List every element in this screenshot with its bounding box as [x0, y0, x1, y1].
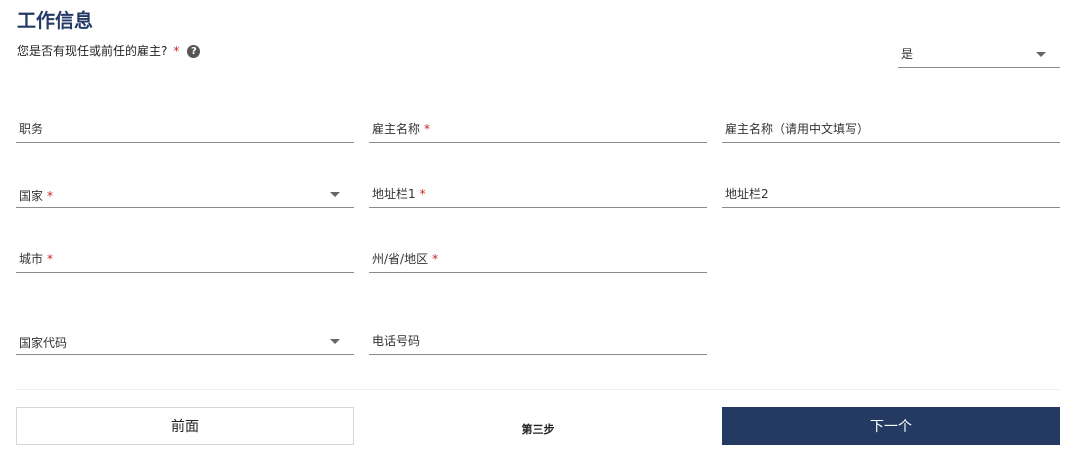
- job-title-label: 职务: [19, 122, 44, 136]
- phone-number-field[interactable]: 电话号码: [369, 331, 707, 355]
- step-indicator: 第三步: [521, 423, 555, 436]
- section-title: 工作信息: [17, 10, 94, 32]
- required-star: *: [173, 44, 180, 58]
- required-star: *: [47, 252, 54, 266]
- country-select[interactable]: 国家 *: [16, 184, 354, 208]
- chevron-down-icon: [330, 192, 340, 197]
- employer-select[interactable]: 是: [898, 44, 1060, 68]
- address-line2-field[interactable]: 地址栏2: [722, 184, 1060, 208]
- address-line1-label: 地址栏1 *: [372, 187, 426, 201]
- state-province-label: 州/省/地区 *: [372, 252, 439, 266]
- address-line1-field[interactable]: 地址栏1 *: [369, 184, 707, 208]
- help-icon[interactable]: ?: [187, 44, 201, 58]
- country-label: 国家 *: [19, 189, 54, 203]
- required-star: *: [419, 187, 426, 201]
- employer-name-field[interactable]: 雇主名称 *: [369, 119, 707, 143]
- state-province-field[interactable]: 州/省/地区 *: [369, 249, 707, 273]
- country-code-label: 国家代码: [19, 336, 68, 350]
- employer-name-cn-field[interactable]: 雇主名称（请用中文填写）: [722, 119, 1060, 143]
- divider: [17, 389, 1060, 390]
- phone-number-label: 电话号码: [372, 334, 421, 348]
- city-label: 城市 *: [19, 252, 54, 266]
- employer-question: 您是否有现任或前任的雇主? * ?: [17, 43, 201, 59]
- employer-name-label: 雇主名称 *: [372, 122, 431, 136]
- country-code-select[interactable]: 国家代码: [16, 331, 354, 355]
- employer-name-cn-label: 雇主名称（请用中文填写）: [725, 122, 870, 136]
- employer-select-value: 是: [901, 47, 914, 61]
- chevron-down-icon: [330, 339, 340, 344]
- address-line2-label: 地址栏2: [725, 187, 769, 201]
- chevron-down-icon: [1036, 52, 1046, 57]
- required-star: *: [424, 122, 431, 136]
- next-button[interactable]: 下一个: [722, 407, 1060, 445]
- previous-button[interactable]: 前面: [16, 407, 354, 445]
- job-title-field[interactable]: 职务: [16, 119, 354, 143]
- city-field[interactable]: 城市 *: [16, 249, 354, 273]
- employer-question-label: 您是否有现任或前任的雇主?: [17, 44, 168, 58]
- required-star: *: [432, 252, 439, 266]
- required-star: *: [47, 189, 54, 203]
